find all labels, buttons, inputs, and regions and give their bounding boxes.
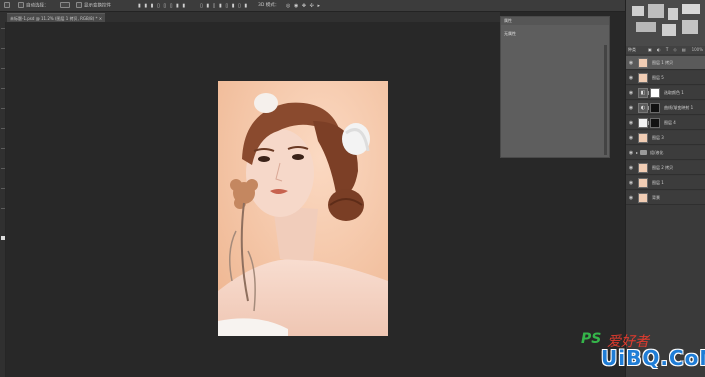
document-tab-title: 未标题-1.psd @ 11.2% (图层 1 拷贝, RGB/8) * <box>10 16 98 21</box>
mosaic-block <box>668 8 678 20</box>
tool-icon[interactable] <box>1 48 5 49</box>
document-tab[interactable]: 未标题-1.psd @ 11.2% (图层 1 拷贝, RGB/8) * × <box>7 13 106 22</box>
tool-icon[interactable] <box>1 128 5 129</box>
properties-panel-title[interactable]: 属性 <box>501 17 609 25</box>
layer-name: 曲线/渐变映射 1 <box>664 105 694 110</box>
visibility-eye-icon[interactable]: ◉ <box>628 180 634 186</box>
transform-controls-label: 显示变换控件 <box>84 3 111 9</box>
visibility-eye-icon[interactable]: ◉ <box>628 120 634 126</box>
layer-thumbnail <box>638 163 648 173</box>
layer-row[interactable]: ◉ ▸ 组/液化 <box>626 146 705 160</box>
distribute-icons[interactable]: ▯ ▮ ▯ ▮ ▯ ▮ ▯ ▮ <box>200 2 248 10</box>
portrait-image <box>218 81 388 336</box>
layer-name: 图层 3 <box>652 135 664 140</box>
layers-opacity-value[interactable]: 100% <box>692 46 703 54</box>
layer-name: 选取颜色 1 <box>664 90 684 95</box>
mode-3d-label: 3D 模式： <box>258 3 280 8</box>
properties-panel: 属性 无属性 <box>500 16 610 158</box>
visibility-eye-icon[interactable]: ◉ <box>628 60 634 66</box>
watermark-ps-text: PS <box>581 331 602 347</box>
canvas-photo[interactable] <box>218 81 388 336</box>
watermark: PS 爱好者 UiBQ.CoM <box>581 331 705 373</box>
layer-thumbnail <box>638 58 648 68</box>
layer-row[interactable]: ◉ ◐ 曲线/渐变映射 1 <box>626 101 705 115</box>
layer-row[interactable]: ◉ 图层 1 <box>626 176 705 190</box>
options-bar: 自动选择： 显示变换控件 ▮ ▮ ▮ ▯ ▯ ▯ ▮ ▮ ▯ ▮ ▯ ▮ ▯ ▮… <box>0 0 705 12</box>
layer-row[interactable]: ◉ 图层 1 拷贝 <box>626 56 705 70</box>
visibility-eye-icon[interactable]: ◉ <box>628 195 634 201</box>
mode-3d-icons[interactable]: ◎ ◉ ✥ ✣ ▸ <box>286 2 321 10</box>
tool-icon[interactable] <box>1 208 5 209</box>
auto-select-checkbox[interactable] <box>18 2 24 8</box>
layer-thumbnail <box>638 178 648 188</box>
layer-name: 图层 2 拷贝 <box>652 165 674 170</box>
layer-row[interactable]: ◉ ◧ 选取颜色 1 <box>626 86 705 100</box>
properties-scrollbar[interactable] <box>604 45 607 155</box>
folder-icon <box>640 150 647 155</box>
transform-controls-option[interactable]: 显示变换控件 <box>76 2 111 10</box>
mosaic-block <box>662 24 676 36</box>
layer-row[interactable]: ◉ 背景 <box>626 191 705 205</box>
layer-thumbnail <box>638 193 648 203</box>
tool-icon[interactable] <box>1 168 5 169</box>
layer-row[interactable]: ◉ 图层 4 <box>626 116 705 130</box>
mosaic-block <box>682 20 698 34</box>
mosaic-block <box>632 6 644 16</box>
layers-kind-label: 种类 <box>628 47 636 52</box>
layer-mask-thumbnail <box>650 88 660 98</box>
watermark-logo-text: UiBQ.CoM <box>601 346 705 370</box>
layers-panel-header[interactable]: 种类 ▣ ◐ T ◇ ▤ 100% <box>626 46 705 54</box>
layer-filter-icons[interactable]: ▣ ◐ T ◇ ▤ <box>648 46 688 54</box>
move-tool-icon[interactable] <box>4 2 12 10</box>
layer-row[interactable]: ◉ 图层 2 拷贝 <box>626 161 705 175</box>
auto-select-label: 自动选择： <box>26 3 49 9</box>
tool-icon[interactable] <box>1 88 5 89</box>
auto-select-dropdown[interactable] <box>60 2 72 10</box>
layer-name: 背景 <box>652 195 660 200</box>
tool-icon[interactable] <box>1 108 5 109</box>
dock-top-pixelated-area <box>626 0 705 46</box>
adjustment-icon: ◧ <box>638 88 648 98</box>
visibility-eye-icon[interactable]: ◉ <box>628 165 634 171</box>
transform-controls-checkbox[interactable] <box>76 2 82 8</box>
layer-row[interactable]: ◉ 图层 3 <box>626 131 705 145</box>
tool-icon[interactable] <box>1 188 5 189</box>
visibility-eye-icon[interactable]: ◉ <box>628 90 634 96</box>
visibility-eye-icon[interactable]: ◉ <box>628 75 634 81</box>
tool-icon[interactable] <box>1 148 5 149</box>
auto-select-option[interactable]: 自动选择： <box>18 2 49 10</box>
layer-thumbnail <box>638 73 648 83</box>
tool-icon[interactable] <box>1 28 5 29</box>
visibility-eye-icon[interactable]: ◉ <box>628 135 634 141</box>
expand-caret-icon[interactable]: ▸ <box>636 150 638 155</box>
layer-thumbnail <box>638 118 648 128</box>
color-swatch-icon[interactable] <box>1 236 5 240</box>
adjustment-icon: ◐ <box>638 103 648 113</box>
tool-icon[interactable] <box>1 68 5 69</box>
align-icons[interactable]: ▮ ▮ ▮ ▯ ▯ ▯ ▮ ▮ <box>138 2 186 10</box>
layer-thumbnail <box>638 133 648 143</box>
mosaic-block <box>648 4 664 18</box>
layer-name: 组/液化 <box>650 150 664 155</box>
mosaic-block <box>682 4 700 14</box>
mosaic-block <box>636 22 656 32</box>
layer-name: 图层 1 拷贝 <box>652 60 674 65</box>
move-tool-glyph-icon <box>4 2 10 8</box>
close-tab-icon[interactable]: × <box>99 16 102 21</box>
layer-name: 图层 4 <box>664 120 676 125</box>
layer-mask-thumbnail <box>650 118 660 128</box>
auto-select-dropdown-box[interactable] <box>60 2 70 8</box>
layer-mask-thumbnail <box>650 103 660 113</box>
visibility-eye-icon[interactable]: ◉ <box>628 150 634 156</box>
visibility-eye-icon[interactable]: ◉ <box>628 105 634 111</box>
properties-panel-content: 无属性 <box>504 31 516 36</box>
layer-name: 图层 5 <box>652 75 664 80</box>
layer-row[interactable]: ◉ 图层 5 <box>626 71 705 85</box>
right-dock: 种类 ▣ ◐ T ◇ ▤ 100% ◉ 图层 1 拷贝 ◉ 图层 5 ◉ ◧ 选… <box>625 0 705 377</box>
layer-name: 图层 1 <box>652 180 664 185</box>
